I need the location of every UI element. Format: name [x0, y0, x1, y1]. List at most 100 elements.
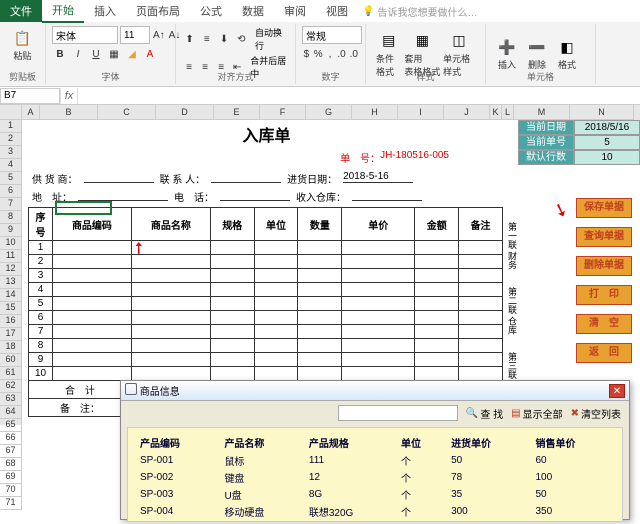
col-header[interactable]: G: [306, 105, 352, 120]
table-row[interactable]: 2: [29, 255, 503, 269]
row-header[interactable]: 63: [0, 393, 22, 406]
increase-font-icon[interactable]: A↑: [152, 27, 166, 43]
col-header[interactable]: D: [156, 105, 214, 120]
row-header[interactable]: 69: [0, 471, 22, 484]
action-button[interactable]: 删除单据: [576, 256, 632, 276]
font-name-select[interactable]: [52, 26, 118, 44]
tab-data[interactable]: 数据: [232, 0, 274, 22]
col-header[interactable]: M: [514, 105, 570, 120]
supplier-field[interactable]: [84, 171, 154, 183]
worksheet[interactable]: ABCDEFGHIJKLMN 1234567891011121314151617…: [0, 105, 640, 425]
table-row[interactable]: 7: [29, 325, 503, 339]
tab-formulas[interactable]: 公式: [190, 0, 232, 22]
formula-input[interactable]: [78, 88, 640, 104]
align-bottom-icon[interactable]: ⬇: [216, 31, 231, 47]
row-header[interactable]: 6: [0, 185, 22, 198]
action-button[interactable]: 打 印: [576, 285, 632, 305]
tab-layout[interactable]: 页面布局: [126, 0, 190, 22]
table-row[interactable]: 4: [29, 283, 503, 297]
tab-review[interactable]: 审阅: [274, 0, 316, 22]
tell-me[interactable]: 💡告诉我您想要做什么…: [362, 4, 477, 19]
align-top-icon[interactable]: ⬆: [182, 31, 197, 47]
select-all-corner[interactable]: [0, 105, 22, 120]
warehouse-field[interactable]: [352, 189, 422, 201]
address-field[interactable]: [78, 189, 168, 201]
paste-button[interactable]: 📋 粘贴: [6, 26, 39, 64]
row-header[interactable]: 14: [0, 289, 22, 302]
row-header[interactable]: 70: [0, 484, 22, 497]
name-box[interactable]: [0, 88, 60, 104]
border-icon[interactable]: ▦: [106, 46, 122, 62]
number-format-select[interactable]: [302, 26, 362, 44]
row-header[interactable]: 60: [0, 354, 22, 367]
row-header[interactable]: 68: [0, 458, 22, 471]
dialog-clear-button[interactable]: ✖清空列表: [571, 405, 621, 421]
table-row[interactable]: 10: [29, 367, 503, 381]
row-header[interactable]: 61: [0, 367, 22, 380]
row-header[interactable]: 15: [0, 302, 22, 315]
product-row[interactable]: SP-003U盘8G个3550: [136, 487, 614, 502]
col-header[interactable]: A: [22, 105, 40, 120]
col-header[interactable]: F: [260, 105, 306, 120]
row-header[interactable]: 10: [0, 237, 22, 250]
font-size-select[interactable]: [120, 26, 150, 44]
row-header[interactable]: 13: [0, 276, 22, 289]
table-row[interactable]: 6: [29, 311, 503, 325]
row-header[interactable]: 3: [0, 146, 22, 159]
wrap-text-button[interactable]: 自动换行: [255, 26, 289, 52]
row-header[interactable]: 65: [0, 419, 22, 432]
col-header[interactable]: H: [352, 105, 398, 120]
date-field[interactable]: 2018-5-16: [343, 171, 413, 183]
bold-icon[interactable]: B: [52, 46, 68, 62]
col-header[interactable]: N: [570, 105, 634, 120]
row-header[interactable]: 71: [0, 497, 22, 510]
row-header[interactable]: 66: [0, 432, 22, 445]
column-headers[interactable]: ABCDEFGHIJKLMN: [22, 105, 640, 120]
action-button[interactable]: 查询单据: [576, 227, 632, 247]
tab-insert[interactable]: 插入: [84, 0, 126, 22]
dialog-showall-button[interactable]: ▤显示全部: [511, 405, 562, 421]
fx-icon[interactable]: fx: [60, 88, 78, 104]
row-header[interactable]: 62: [0, 380, 22, 393]
product-row[interactable]: SP-004移动硬盘联想320G个300350: [136, 504, 614, 519]
row-header[interactable]: 2: [0, 133, 22, 146]
row-header[interactable]: 17: [0, 328, 22, 341]
percent-icon[interactable]: %: [313, 46, 324, 62]
comma-icon[interactable]: ,: [326, 46, 335, 62]
row-header[interactable]: 1: [0, 120, 22, 133]
dialog-search-input[interactable]: [338, 405, 458, 421]
row-header[interactable]: 11: [0, 250, 22, 263]
row-header[interactable]: 12: [0, 263, 22, 276]
col-header[interactable]: K: [490, 105, 502, 120]
dialog-close-button[interactable]: ✕: [609, 384, 625, 398]
align-middle-icon[interactable]: ≡: [199, 31, 214, 47]
inc-decimal-icon[interactable]: .0: [336, 46, 346, 62]
tab-home[interactable]: 开始: [42, 0, 84, 23]
row-header[interactable]: 4: [0, 159, 22, 172]
tab-view[interactable]: 视图: [316, 0, 358, 22]
row-header[interactable]: 18: [0, 341, 22, 354]
row-header[interactable]: 9: [0, 224, 22, 237]
orientation-icon[interactable]: ⟲: [234, 31, 249, 47]
table-row[interactable]: 9: [29, 353, 503, 367]
currency-icon[interactable]: $: [302, 46, 311, 62]
product-row[interactable]: SP-001鼠标111个5060: [136, 453, 614, 468]
col-header[interactable]: J: [444, 105, 490, 120]
italic-icon[interactable]: I: [70, 46, 86, 62]
contact-field[interactable]: [211, 171, 281, 183]
action-button[interactable]: 返 回: [576, 343, 632, 363]
row-header[interactable]: 5: [0, 172, 22, 185]
table-row[interactable]: 3: [29, 269, 503, 283]
col-header[interactable]: B: [40, 105, 98, 120]
font-color-icon[interactable]: A: [142, 46, 158, 62]
underline-icon[interactable]: U: [88, 46, 104, 62]
product-row[interactable]: SP-002键盘12个78100: [136, 470, 614, 485]
row-header[interactable]: 64: [0, 406, 22, 419]
row-header[interactable]: 67: [0, 445, 22, 458]
table-row[interactable]: 5: [29, 297, 503, 311]
row-headers[interactable]: 1234567891011121314151617186061626364656…: [0, 120, 22, 425]
row-header[interactable]: 7: [0, 198, 22, 211]
col-header[interactable]: I: [398, 105, 444, 120]
table-row[interactable]: 1: [29, 241, 503, 255]
col-header[interactable]: E: [214, 105, 260, 120]
